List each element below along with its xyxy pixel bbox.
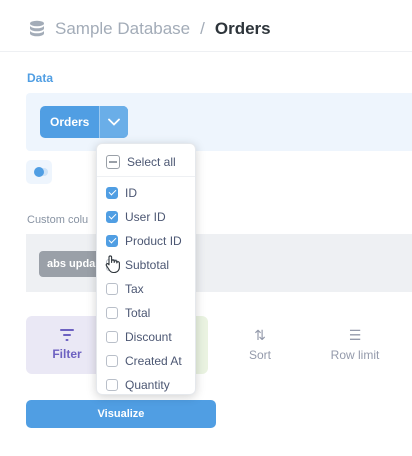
column-option-label: Tax	[125, 282, 144, 296]
column-option-label: Discount	[125, 330, 172, 344]
column-option-label: Total	[125, 306, 151, 320]
sort-button[interactable]: ⇅ Sort	[225, 316, 295, 374]
custom-column-chip[interactable]: abs upda	[39, 251, 104, 277]
column-option[interactable]: Product ID	[97, 229, 195, 253]
column-checkbox[interactable]	[106, 355, 118, 367]
sort-label: Sort	[248, 348, 271, 362]
table-picker[interactable]: Orders	[40, 106, 129, 138]
column-checkbox[interactable]	[106, 379, 118, 391]
column-option[interactable]: Tax	[97, 277, 195, 301]
column-option[interactable]: ID	[97, 181, 195, 205]
breadcrumb-database[interactable]: Sample Database	[55, 19, 190, 39]
toggle-icon[interactable]	[26, 160, 52, 184]
custom-column-label: Custom colu	[27, 214, 89, 226]
column-option[interactable]: User ID	[97, 205, 195, 229]
select-all-item[interactable]: Select all	[97, 150, 195, 174]
row-limit-button[interactable]: ☰ Row limit	[320, 316, 390, 374]
column-checkbox[interactable]	[106, 331, 118, 343]
column-option-label: Quantity	[125, 378, 170, 392]
column-checkbox[interactable]	[106, 187, 118, 199]
column-option-label: Subtotal	[125, 258, 170, 272]
chevron-down-icon[interactable]	[99, 106, 129, 138]
toggle-knob	[34, 167, 44, 177]
dropdown-divider	[97, 176, 195, 177]
column-option[interactable]: Discount	[97, 325, 195, 349]
column-checkbox[interactable]	[106, 211, 118, 223]
select-all-checkbox[interactable]	[106, 155, 120, 169]
column-option[interactable]: Quantity	[97, 373, 195, 397]
hand-cursor-icon	[105, 255, 120, 274]
column-option-label: ID	[125, 186, 137, 200]
column-checkbox[interactable]	[106, 283, 118, 295]
page-header: Sample Database / Orders	[27, 17, 271, 41]
data-section-label: Data	[27, 71, 54, 85]
list-icon: ☰	[348, 327, 362, 343]
filter-icon	[60, 329, 74, 341]
database-icon	[30, 20, 44, 37]
column-option[interactable]: Created At	[97, 349, 195, 373]
table-picker-label[interactable]: Orders	[40, 106, 99, 138]
row-limit-label: Row limit	[330, 348, 380, 362]
visualize-button[interactable]: Visualize	[26, 400, 216, 428]
column-checkbox[interactable]	[106, 235, 118, 247]
filter-label: Filter	[52, 347, 82, 361]
sort-icon: ⇅	[254, 327, 266, 343]
column-option-label: Created At	[125, 354, 182, 368]
column-option-label: Product ID	[125, 234, 182, 248]
column-checkbox[interactable]	[106, 307, 118, 319]
column-option[interactable]: Total	[97, 301, 195, 325]
header-divider	[0, 51, 412, 52]
column-option-label: User ID	[125, 210, 166, 224]
select-all-label: Select all	[127, 155, 176, 169]
breadcrumb-separator: /	[200, 19, 205, 38]
column-list: ID User ID Product ID Subtotal Tax Total Disco…	[97, 181, 195, 397]
breadcrumb-table[interactable]: Orders	[215, 19, 271, 39]
